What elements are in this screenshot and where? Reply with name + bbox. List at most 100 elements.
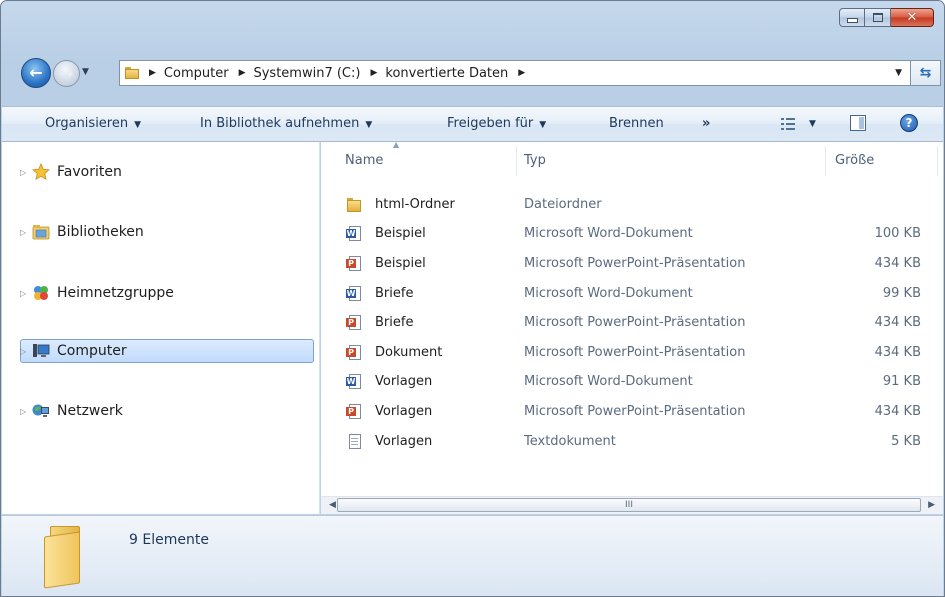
navigation-row: ← → ▼ ▶ Computer ▶ Systemwin7 (C:) ▶ kon… — [1, 55, 944, 91]
file-size: 434 KB — [874, 404, 921, 419]
file-row[interactable]: html-Ordner Dateiordner — [321, 191, 943, 220]
file-name: Briefe — [375, 286, 414, 301]
help-icon[interactable]: ? — [900, 114, 918, 132]
column-divider[interactable] — [937, 146, 938, 176]
file-type: Textdokument — [524, 434, 616, 449]
file-name: Vorlagen — [375, 434, 433, 449]
breadcrumb-separator-icon[interactable]: ▶ — [239, 68, 246, 78]
nav-label: Computer — [57, 343, 127, 359]
nav-label: Netzwerk — [57, 403, 123, 419]
maximize-button[interactable] — [865, 8, 891, 27]
expand-arrow-icon[interactable]: ▷ — [20, 407, 26, 416]
nav-item-computer[interactable]: ▷ Computer — [2, 339, 320, 363]
more-commands-button[interactable]: » — [702, 116, 710, 131]
nav-item-libraries[interactable]: ▷ Bibliotheken — [2, 220, 320, 244]
forward-button[interactable]: → — [53, 60, 80, 87]
organize-button[interactable]: Organisieren ▼ — [45, 116, 141, 131]
burn-button[interactable]: Brennen — [609, 116, 664, 131]
file-row[interactable]: P Dokument Microsoft PowerPoint-Präsenta… — [321, 339, 943, 368]
organize-label: Organisieren — [45, 116, 129, 131]
file-type: Microsoft PowerPoint-Präsentation — [524, 404, 746, 419]
address-bar[interactable]: ▶ Computer ▶ Systemwin7 (C:) ▶ konvertie… — [119, 60, 911, 86]
file-size: 91 KB — [882, 374, 921, 389]
computer-icon — [32, 342, 50, 360]
back-button[interactable]: ← — [21, 58, 51, 88]
arrow-left-icon: ← — [29, 63, 43, 82]
chevron-down-icon: ▼ — [539, 120, 547, 130]
burn-label: Brennen — [609, 116, 664, 131]
file-size: 99 KB — [882, 286, 921, 301]
arrow-right-icon: → — [59, 63, 74, 83]
details-pane: 9 Elemente — [2, 515, 943, 596]
view-dropdown-button[interactable]: ▼ — [809, 119, 816, 129]
column-header-type[interactable]: Typ — [524, 153, 546, 168]
scroll-left-icon[interactable]: ◀ — [329, 500, 336, 510]
file-name: Dokument — [375, 345, 443, 360]
expand-arrow-icon[interactable]: ▷ — [20, 228, 26, 237]
file-type: Microsoft Word-Dokument — [524, 374, 693, 389]
breadcrumb-computer[interactable]: Computer — [164, 66, 229, 81]
file-type: Microsoft PowerPoint-Präsentation — [524, 345, 746, 360]
file-type: Dateiordner — [524, 197, 602, 212]
nav-item-network[interactable]: ▷ Netzwerk — [2, 399, 320, 423]
share-button[interactable]: Freigeben für ▼ — [447, 116, 546, 131]
expand-arrow-icon[interactable]: ▷ — [20, 168, 26, 177]
address-dropdown-button[interactable]: ▼ — [895, 68, 902, 78]
file-row[interactable]: Vorlagen Textdokument 5 KB — [321, 428, 943, 457]
breadcrumb-drive[interactable]: Systemwin7 (C:) — [253, 66, 360, 81]
file-row[interactable]: P Beispiel Microsoft PowerPoint-Präsenta… — [321, 250, 943, 279]
file-row[interactable]: P Briefe Microsoft PowerPoint-Präsentati… — [321, 309, 943, 338]
breadcrumb-folder[interactable]: konvertierte Daten — [385, 66, 508, 81]
refresh-button[interactable]: ⇆ — [911, 60, 941, 86]
folder-icon — [346, 197, 362, 213]
powerpoint-icon: P — [346, 345, 362, 361]
powerpoint-icon: P — [346, 256, 362, 272]
expand-arrow-icon[interactable]: ▷ — [20, 347, 26, 356]
change-view-icon[interactable] — [781, 118, 795, 130]
column-divider[interactable] — [516, 146, 517, 176]
close-button[interactable]: ✕ — [891, 8, 934, 27]
file-row[interactable]: W Beispiel Microsoft Word-Dokument 100 K… — [321, 220, 943, 249]
refresh-icon: ⇆ — [919, 65, 932, 81]
column-header-name[interactable]: Name — [345, 153, 383, 168]
file-size: 434 KB — [874, 315, 921, 330]
include-library-button[interactable]: In Bibliothek aufnehmen ▼ — [200, 116, 372, 131]
nav-label: Heimnetzgruppe — [57, 285, 174, 301]
horizontal-scrollbar[interactable]: ◀ III ▶ — [321, 496, 943, 514]
file-row[interactable]: W Briefe Microsoft Word-Dokument 99 KB — [321, 280, 943, 309]
nav-item-favorites[interactable]: ▷ Favoriten — [2, 160, 320, 184]
file-name: Briefe — [375, 315, 414, 330]
minimize-button[interactable] — [839, 8, 865, 27]
network-icon — [32, 402, 50, 420]
file-type: Microsoft Word-Dokument — [524, 226, 693, 241]
explorer-window: ✕ ← → ▼ ▶ Computer ▶ Systemwin7 (C:) ▶ k… — [0, 0, 945, 597]
history-dropdown-button[interactable]: ▼ — [82, 67, 89, 77]
text-document-icon — [346, 434, 362, 450]
column-divider[interactable] — [825, 146, 826, 176]
powerpoint-icon: P — [346, 404, 362, 420]
file-size: 434 KB — [874, 345, 921, 360]
file-list: Name ▲ Typ Größe html-Ordner Dateiordner… — [321, 142, 943, 514]
file-name: html-Ordner — [375, 197, 455, 212]
nav-item-homegroup[interactable]: ▷ Heimnetzgruppe — [2, 281, 320, 305]
powerpoint-icon: P — [346, 315, 362, 331]
file-name: Vorlagen — [375, 374, 433, 389]
close-icon: ✕ — [906, 10, 918, 25]
navigation-pane: ▷ Favoriten ▷ Bibliotheken ▷ Heimnetzgru… — [2, 142, 320, 514]
word-document-icon: W — [346, 226, 362, 242]
breadcrumb-separator-icon[interactable]: ▶ — [149, 68, 156, 78]
breadcrumb-separator-icon[interactable]: ▶ — [518, 68, 525, 78]
scrollbar-thumb[interactable]: III — [337, 498, 921, 512]
sort-ascending-icon: ▲ — [393, 142, 400, 149]
breadcrumb-separator-icon[interactable]: ▶ — [370, 68, 377, 78]
file-row[interactable]: W Vorlagen Microsoft Word-Dokument 91 KB — [321, 368, 943, 397]
file-type: Microsoft PowerPoint-Präsentation — [524, 256, 746, 271]
expand-arrow-icon[interactable]: ▷ — [20, 289, 26, 298]
scroll-right-icon[interactable]: ▶ — [928, 500, 935, 510]
file-name: Vorlagen — [375, 404, 433, 419]
file-name: Beispiel — [375, 226, 426, 241]
file-row[interactable]: P Vorlagen Microsoft PowerPoint-Präsenta… — [321, 398, 943, 427]
preview-pane-icon[interactable] — [850, 115, 866, 131]
column-header-size[interactable]: Größe — [835, 153, 874, 168]
minimize-icon — [846, 18, 858, 23]
